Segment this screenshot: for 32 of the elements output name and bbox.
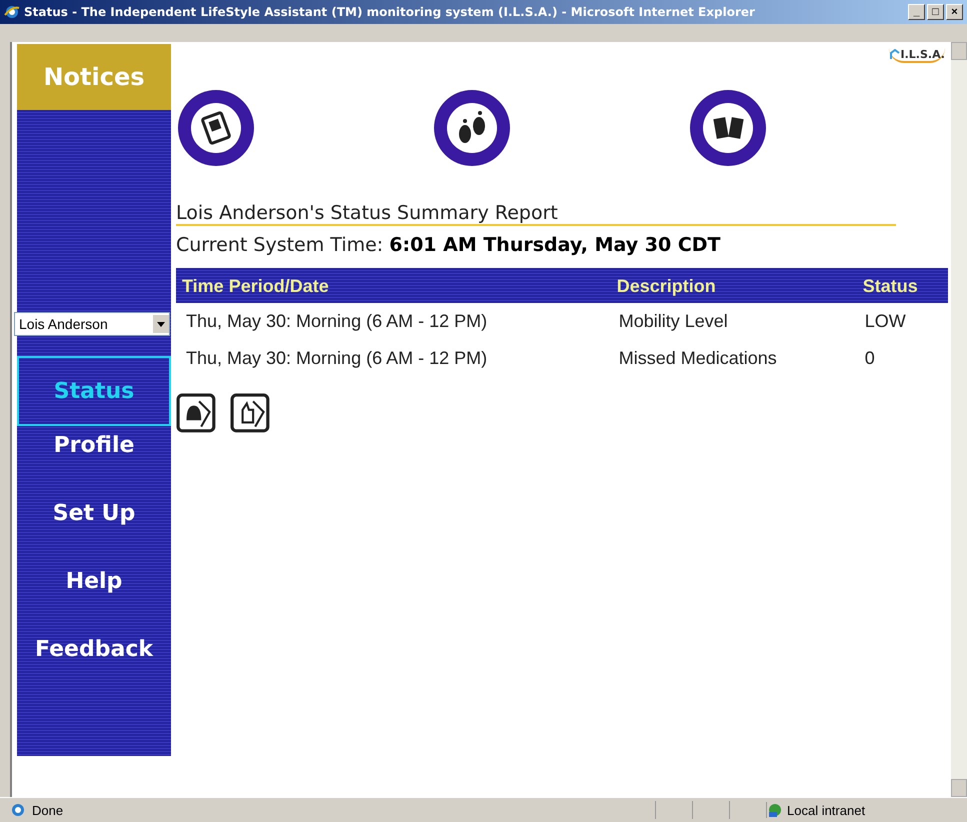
footprints-icon[interactable] <box>432 88 512 168</box>
nav-link[interactable]: Status <box>17 356 171 426</box>
minimize-button[interactable]: _ <box>908 4 925 20</box>
globe-icon <box>767 802 783 818</box>
maximize-button[interactable]: □ <box>927 4 944 20</box>
report-title: Lois Anderson's Status Summary Report <box>176 202 896 226</box>
column-header: Description <box>610 268 857 303</box>
nav-link[interactable]: Set Up <box>17 480 171 546</box>
table-cell-text: 0 <box>864 347 876 370</box>
page-icon <box>10 802 26 818</box>
table-cell: LOW <box>856 303 948 340</box>
table-cell: Mobility Level <box>610 303 857 340</box>
time-label: Current System Time: <box>176 234 384 256</box>
nav-link[interactable]: Feedback <box>17 616 171 682</box>
bell-icon[interactable] <box>176 393 218 435</box>
time-value: 6:01 AM Thursday, May 30 CDT <box>389 234 720 256</box>
pill-bottles-icon[interactable] <box>688 88 768 168</box>
window-title: Status - The Independent LifeStyle Assistant (TM) monitoring system (I.L.S.A.) - Microsoft Internet Explorer <box>24 5 756 19</box>
book-icon[interactable] <box>176 88 256 168</box>
browser-icon <box>4 4 20 20</box>
logo: I.L.S.A. <box>888 48 945 63</box>
table-cell-text: Missed Medications <box>618 347 778 370</box>
caret-icon <box>157 322 165 326</box>
table-cell-text: Thu, May 30: Morning (6 AM - 12 PM) <box>185 347 488 370</box>
close-button[interactable]: × <box>946 4 963 20</box>
zone-text: Local intranet <box>787 802 866 818</box>
person-dropdown[interactable]: Lois Anderson <box>14 312 170 336</box>
status-text: Done <box>32 802 64 818</box>
column-header: Status <box>856 268 948 303</box>
nav-link[interactable]: Help <box>17 548 171 614</box>
column-header: Time Period/Date <box>176 268 611 303</box>
table-cell: Thu, May 30: Morning (6 AM - 12 PM) <box>176 303 611 340</box>
